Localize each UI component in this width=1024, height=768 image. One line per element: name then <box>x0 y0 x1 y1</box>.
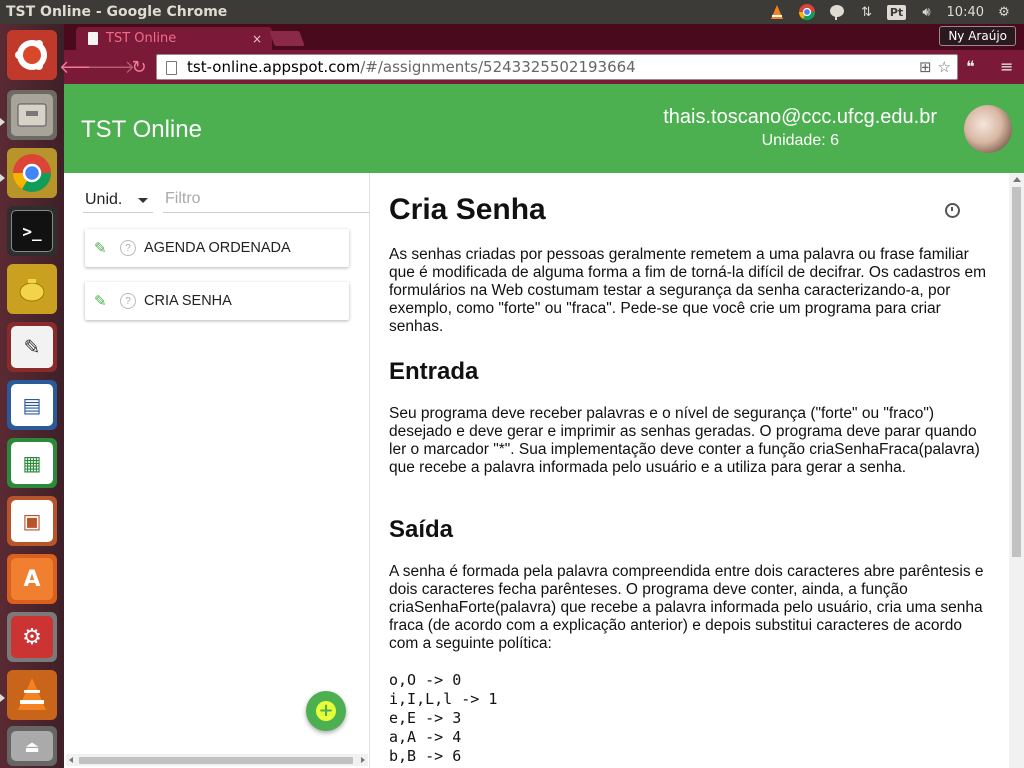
plus-icon: + <box>316 701 336 721</box>
profile-button[interactable]: Ny Araújo <box>939 26 1016 46</box>
browser-toolbar: 🡐 🡒 ↻ tst-online.appspot.com/#/assignmen… <box>59 50 1024 84</box>
address-bar[interactable]: tst-online.appspot.com/#/assignments/524… <box>156 54 958 80</box>
reload-icon[interactable]: ↻ <box>128 56 150 78</box>
url-path: /#/assignments/5243325502193664 <box>360 58 636 76</box>
chevron-down-icon <box>138 198 148 203</box>
chrome-launcher-icon[interactable] <box>7 148 57 198</box>
unit-select[interactable]: Unid. <box>83 187 153 213</box>
tab-close-icon[interactable]: × <box>252 32 262 46</box>
chrome-tray-icon[interactable] <box>797 3 817 21</box>
chat-tray-icon[interactable] <box>827 3 847 21</box>
system-tray: ⇅ Pt 🔊︎ 10:40 ⚙ <box>767 3 1024 21</box>
app-title[interactable]: TST Online <box>81 116 202 144</box>
translate-icon[interactable]: ⊞ <box>919 58 932 76</box>
scroll-up-icon[interactable] <box>1013 177 1021 182</box>
libreoffice-calc-icon[interactable]: ▦ <box>7 438 57 488</box>
avatar[interactable] <box>964 105 1012 153</box>
assignment-content: Cria Senha As senhas criadas por pessoas… <box>389 173 1009 768</box>
filter-input[interactable] <box>163 185 369 213</box>
forward-arrow-icon[interactable]: 🡒 <box>87 56 135 78</box>
usb-drive-icon[interactable]: ⏏ <box>7 726 57 766</box>
clock-history-icon[interactable] <box>945 203 960 218</box>
libreoffice-impress-icon[interactable]: ▣ <box>7 496 57 546</box>
unity-launcher: >_ ✎ ▤ ▦ ▣ A ⚙ ⏏ <box>0 24 64 768</box>
assignment-item[interactable]: ✎ ? AGENDA ORDENADA <box>85 229 349 267</box>
software-center-icon[interactable]: A <box>7 554 57 604</box>
chrome-menu-icon[interactable]: ≡ <box>1000 57 1013 76</box>
url-host: tst-online.appspot.com <box>187 58 361 76</box>
unit-select-value: Unid. <box>85 190 123 208</box>
vertical-scrollbar[interactable] <box>1009 173 1024 768</box>
scroll-right-icon[interactable] <box>361 757 365 763</box>
files-icon[interactable] <box>7 90 57 140</box>
pencil-edit-icon[interactable]: ✎ <box>94 292 110 310</box>
output-heading: Saída <box>389 516 454 543</box>
window-title: TST Online - Google Chrome <box>6 4 228 20</box>
chrome-window: TST Online × Ny Araújo 🡐 🡒 ↻ tst-online.… <box>59 24 1024 768</box>
settings-gear-icon[interactable]: ⚙ <box>994 3 1014 21</box>
page-favicon-icon <box>88 32 98 45</box>
omnibox-actions: ⊞ ☆ <box>919 58 951 76</box>
user-unit: Unidade: 6 <box>761 132 839 149</box>
bookmark-star-icon[interactable]: ☆ <box>938 58 951 76</box>
tab-strip: TST Online × Ny Araújo <box>64 24 1024 50</box>
status-icon: ? <box>120 240 136 256</box>
libreoffice-writer-icon[interactable]: ▤ <box>7 380 57 430</box>
teapot-app-icon[interactable] <box>7 264 57 314</box>
user-email: thais.toscano@ccc.ufcg.edu.br <box>663 106 937 128</box>
input-heading: Entrada <box>389 358 479 385</box>
keyboard-layout-indicator[interactable]: Pt <box>886 3 907 21</box>
scrollbar-thumb[interactable] <box>1012 187 1021 557</box>
system-settings-icon[interactable]: ⚙ <box>7 612 57 662</box>
assignment-title: CRIA SENHA <box>144 293 232 309</box>
assignment-title: AGENDA ORDENADA <box>144 240 291 256</box>
text-editor-icon[interactable]: ✎ <box>7 322 57 372</box>
status-icon: ? <box>120 293 136 309</box>
page-info-icon[interactable] <box>166 61 177 75</box>
scrollbar-thumb[interactable] <box>79 757 353 764</box>
tab-title: TST Online <box>106 31 177 46</box>
output-paragraph: A senha é formada pela palavra compreend… <box>389 563 984 652</box>
horizontal-scrollbar[interactable] <box>66 754 368 766</box>
app-header: TST Online thais.toscano@ccc.ufcg.edu.br… <box>64 84 1024 173</box>
vlc-tray-icon[interactable] <box>767 3 787 21</box>
scroll-left-icon[interactable] <box>69 757 73 763</box>
ubuntu-dash-icon[interactable] <box>7 30 57 80</box>
web-page: TST Online thais.toscano@ccc.ufcg.edu.br… <box>64 84 1024 768</box>
input-paragraph: Seu programa deve receber palavras e o n… <box>389 405 980 476</box>
substitution-code-block: o,O -> 0 i,I,L,l -> 1 e,E -> 3 a,A -> 4 … <box>389 671 498 765</box>
browser-tab[interactable]: TST Online × <box>76 27 272 50</box>
vlc-launcher-icon[interactable] <box>7 670 57 720</box>
system-top-bar: TST Online - Google Chrome ⇅ Pt 🔊︎ 10:40… <box>0 0 1024 24</box>
intro-paragraph: As senhas criadas por pessoas geralmente… <box>389 246 987 335</box>
terminal-icon[interactable]: >_ <box>7 206 57 256</box>
add-assignment-button[interactable]: + <box>306 691 346 731</box>
launcher-pip <box>0 118 5 126</box>
volume-icon[interactable]: 🔊︎ <box>917 3 937 21</box>
launcher-pip <box>0 174 5 182</box>
launcher-pip <box>0 694 5 702</box>
clock[interactable]: 10:40 <box>947 5 984 20</box>
assignments-sidebar: Unid. ✎ ? AGENDA ORDENADA ✎ ? CRIA SENHA… <box>64 173 370 768</box>
new-tab-button[interactable] <box>269 31 305 46</box>
assignment-item[interactable]: ✎ ? CRIA SENHA <box>85 282 349 320</box>
network-tray-icon[interactable]: ⇅ <box>857 3 877 21</box>
assignment-heading: Cria Senha <box>389 193 546 226</box>
pencil-edit-icon[interactable]: ✎ <box>94 239 110 257</box>
extension-chat-icon[interactable]: ❝ <box>966 57 975 76</box>
